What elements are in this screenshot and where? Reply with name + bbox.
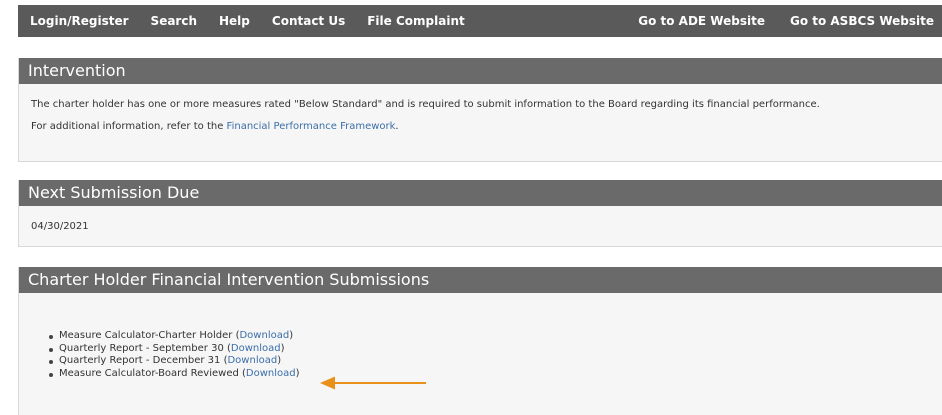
download-link[interactable]: Download [239,330,289,341]
item-label: Quarterly Report - September 30 [59,342,224,354]
submissions-panel: Charter Holder Financial Intervention Su… [18,267,942,415]
intervention-description: The charter holder has one or more measu… [31,99,820,110]
item-label: Measure Calculator-Charter Holder [59,330,233,341]
list-item: Measure Calculator-Charter Holder (Downl… [49,330,942,343]
nav-search[interactable]: Search [151,14,197,28]
submissions-list: Measure Calculator-Charter Holder (Downl… [49,330,942,380]
nav-help[interactable]: Help [219,14,250,28]
item-label: Quarterly Report - December 31 [59,355,221,366]
nav-login-register[interactable]: Login/Register [30,14,129,28]
intervention-title: Intervention [19,58,942,84]
intervention-additional-info: For additional information, refer to the… [31,121,942,132]
intervention-body: The charter holder has one or more measu… [19,84,942,132]
submissions-body: Measure Calculator-Charter Holder (Downl… [19,293,942,380]
orange-arrow-annotation [320,376,426,390]
nav-left-group: Login/Register Search Help Contact Us Fi… [18,14,465,28]
nav-contact-us[interactable]: Contact Us [272,14,345,28]
next-submission-panel: Next Submission Due 04/30/2021 [18,180,942,247]
top-navigation-bar: Login/Register Search Help Contact Us Fi… [18,5,942,37]
submissions-title: Charter Holder Financial Intervention Su… [19,267,942,293]
download-link[interactable]: Download [227,355,277,366]
item-label: Measure Calculator-Board Reviewed [59,367,239,379]
financial-performance-framework-link[interactable]: Financial Performance Framework [227,121,396,132]
list-item: Quarterly Report - September 30 (Downloa… [49,343,942,356]
additional-info-prefix: For additional information, refer to the [31,121,227,132]
additional-info-suffix: . [395,121,399,132]
next-submission-date: 04/30/2021 [31,221,89,232]
download-link[interactable]: Download [231,343,281,354]
nav-right-group: Go to ADE Website Go to ASBCS Website [638,14,942,28]
next-submission-title: Next Submission Due [19,180,942,206]
nav-asbcs-website[interactable]: Go to ASBCS Website [790,14,934,28]
list-item: Quarterly Report - December 31 (Download… [49,355,942,368]
nav-ade-website[interactable]: Go to ADE Website [638,14,765,28]
next-submission-body: 04/30/2021 [19,206,942,232]
download-link[interactable]: Download [246,368,296,379]
intervention-panel: Intervention The charter holder has one … [18,58,942,162]
list-item: Measure Calculator-Board Reviewed (Downl… [49,368,942,381]
nav-file-complaint[interactable]: File Complaint [367,14,465,28]
